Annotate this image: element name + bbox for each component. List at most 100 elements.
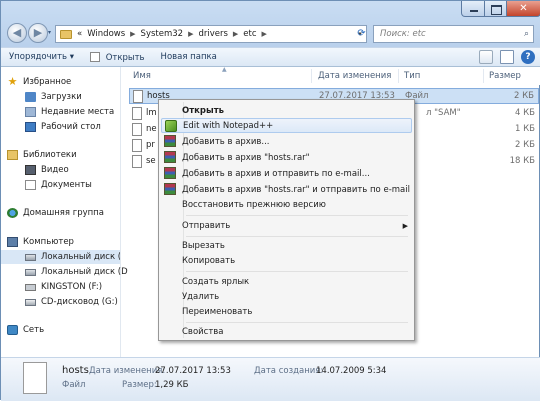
- menu-item-properties[interactable]: Свойства: [161, 324, 412, 339]
- desktop-icon: [25, 122, 36, 132]
- menu-item-add-hosts-rar-email[interactable]: Добавить в архив "hosts.rar" и отправить…: [161, 182, 412, 197]
- menu-separator: [186, 215, 408, 216]
- context-menu: Открыть Edit with Notepad++ Добавить в а…: [158, 99, 415, 341]
- file-icon: [132, 122, 142, 136]
- sidebar-item-label: Загрузки: [41, 92, 82, 102]
- winrar-icon: [164, 183, 176, 195]
- explorer-window: ✕ ◀ ▶ ▾ « Windows ▶ System32 ▶ drivers ▶…: [0, 0, 540, 401]
- menu-item-cut[interactable]: Вырезать: [161, 238, 412, 253]
- column-size[interactable]: Размер: [489, 71, 521, 81]
- sidebar-item-local-disk-c[interactable]: Локальный диск (C: [1, 250, 120, 264]
- sidebar-item-homegroup[interactable]: Домашняя группа: [7, 206, 126, 220]
- back-button[interactable]: ◀: [7, 23, 27, 43]
- menu-item-copy[interactable]: Копировать: [161, 253, 412, 268]
- address-bar[interactable]: « Windows ▶ System32 ▶ drivers ▶ etc ▶ ▾: [55, 25, 367, 43]
- breadcrumb-system32[interactable]: System32: [141, 29, 184, 39]
- breadcrumb-separator-icon[interactable]: ▶: [188, 30, 193, 38]
- sidebar-item-computer[interactable]: Компьютер: [7, 235, 126, 249]
- sidebar-item-label: Избранное: [23, 77, 72, 87]
- breadcrumb-windows[interactable]: Windows: [87, 29, 125, 39]
- sidebar-item-label: Домашняя группа: [23, 208, 104, 218]
- menu-item-add-archive-email[interactable]: Добавить в архив и отправить по e-mail..…: [161, 166, 412, 181]
- sidebar-item-label: Компьютер: [23, 237, 74, 247]
- video-icon: [25, 165, 36, 175]
- menu-item-label: Добавить в архив "hosts.rar" и отправить…: [182, 184, 410, 195]
- menu-item-label: Удалить: [182, 291, 220, 302]
- organize-button[interactable]: Упорядочить ▾: [1, 52, 82, 62]
- file-icon: [133, 89, 143, 103]
- search-icon[interactable]: ⌕: [524, 29, 529, 39]
- menu-item-label: Копировать: [182, 255, 236, 266]
- breadcrumb-etc[interactable]: etc: [243, 29, 256, 39]
- menu-item-label: Edit with Notepad++: [183, 120, 274, 131]
- recent-pages-dropdown[interactable]: ▾: [48, 29, 51, 36]
- star-icon: ★: [7, 75, 18, 88]
- menu-item-send-to[interactable]: Отправить ▶: [161, 218, 412, 233]
- menu-item-delete[interactable]: Удалить: [161, 289, 412, 304]
- close-button[interactable]: ✕: [507, 1, 540, 17]
- sidebar-item-label: Недавние места: [41, 107, 115, 117]
- breadcrumb-separator-icon[interactable]: ▶: [130, 30, 135, 38]
- open-icon: [90, 51, 100, 62]
- menu-item-restore-version[interactable]: Восстановить прежнюю версию: [161, 197, 412, 212]
- details-size-value: 1,29 КБ: [155, 380, 189, 390]
- details-file-name: hosts: [62, 365, 89, 376]
- search-input[interactable]: Поиск: etc ⌕: [373, 25, 534, 43]
- menu-item-edit-notepad[interactable]: Edit with Notepad++: [161, 118, 412, 133]
- file-size: 2 КБ: [515, 140, 535, 150]
- file-size: 18 КБ: [509, 156, 535, 166]
- sidebar-item-label: Видео: [41, 165, 69, 175]
- sidebar-item-label: Локальный диск (C: [41, 252, 120, 262]
- column-divider[interactable]: [483, 69, 484, 83]
- file-type: л "SAM": [426, 108, 461, 118]
- menu-separator: [186, 322, 408, 323]
- breadcrumb-separator-icon[interactable]: ▶: [233, 30, 238, 38]
- refresh-icon[interactable]: ⟳: [354, 25, 369, 43]
- menu-item-label: Добавить в архив...: [182, 136, 270, 147]
- details-modified-label: Дата изменения:: [89, 366, 166, 376]
- minimize-button[interactable]: [461, 1, 485, 17]
- sidebar-item-libraries[interactable]: Библиотеки: [7, 148, 126, 162]
- column-date[interactable]: Дата изменения: [318, 71, 391, 81]
- column-divider[interactable]: [398, 69, 399, 83]
- breadcrumb-separator-icon[interactable]: ▶: [262, 30, 267, 38]
- winrar-icon: [164, 151, 176, 163]
- maximize-button[interactable]: [485, 1, 507, 17]
- menu-item-label: Свойства: [182, 326, 224, 337]
- sidebar-item-label: Локальный диск (D: [41, 267, 128, 277]
- submenu-arrow-icon: ▶: [402, 221, 408, 230]
- menu-item-create-shortcut[interactable]: Создать ярлык: [161, 274, 412, 289]
- menu-item-label: Отправить: [182, 220, 231, 231]
- sidebar-item-network[interactable]: Сеть: [7, 323, 126, 337]
- new-folder-button[interactable]: Новая папка: [153, 52, 225, 62]
- sidebar-item-label: Документы: [41, 180, 92, 190]
- usb-drive-icon: [25, 283, 36, 291]
- menu-item-label: Восстановить прежнюю версию: [182, 199, 326, 210]
- column-name[interactable]: Имя: [133, 71, 151, 81]
- menu-item-rename[interactable]: Переименовать: [161, 304, 412, 319]
- search-placeholder: Поиск: etc: [380, 29, 426, 39]
- breadcrumb-drivers[interactable]: drivers: [198, 29, 227, 39]
- preview-pane-icon[interactable]: [500, 50, 514, 64]
- homegroup-icon: [7, 208, 18, 218]
- menu-item-add-archive[interactable]: Добавить в архив...: [161, 134, 412, 149]
- open-button-label: Открыть: [105, 52, 145, 63]
- menu-separator: [186, 271, 408, 272]
- open-button[interactable]: Открыть: [82, 51, 153, 63]
- column-type[interactable]: Тип: [404, 71, 420, 81]
- winrar-icon: [164, 167, 176, 179]
- column-divider[interactable]: [311, 69, 312, 83]
- file-type: Файл: [405, 91, 429, 101]
- downloads-icon: [25, 92, 36, 102]
- help-icon[interactable]: ?: [521, 50, 535, 64]
- file-size: 1 КБ: [515, 124, 535, 134]
- menu-item-add-hosts-rar[interactable]: Добавить в архив "hosts.rar": [161, 150, 412, 165]
- menu-item-open[interactable]: Открыть: [161, 103, 412, 118]
- sidebar-item-favorites[interactable]: ★ Избранное: [7, 75, 126, 89]
- sidebar-item-label: Библиотеки: [23, 150, 77, 160]
- forward-button[interactable]: ▶: [28, 23, 48, 43]
- address-overflow[interactable]: «: [77, 29, 82, 39]
- documents-icon: [25, 180, 36, 190]
- sort-arrow-icon: ▲: [222, 66, 227, 73]
- change-view-icon[interactable]: [479, 50, 493, 64]
